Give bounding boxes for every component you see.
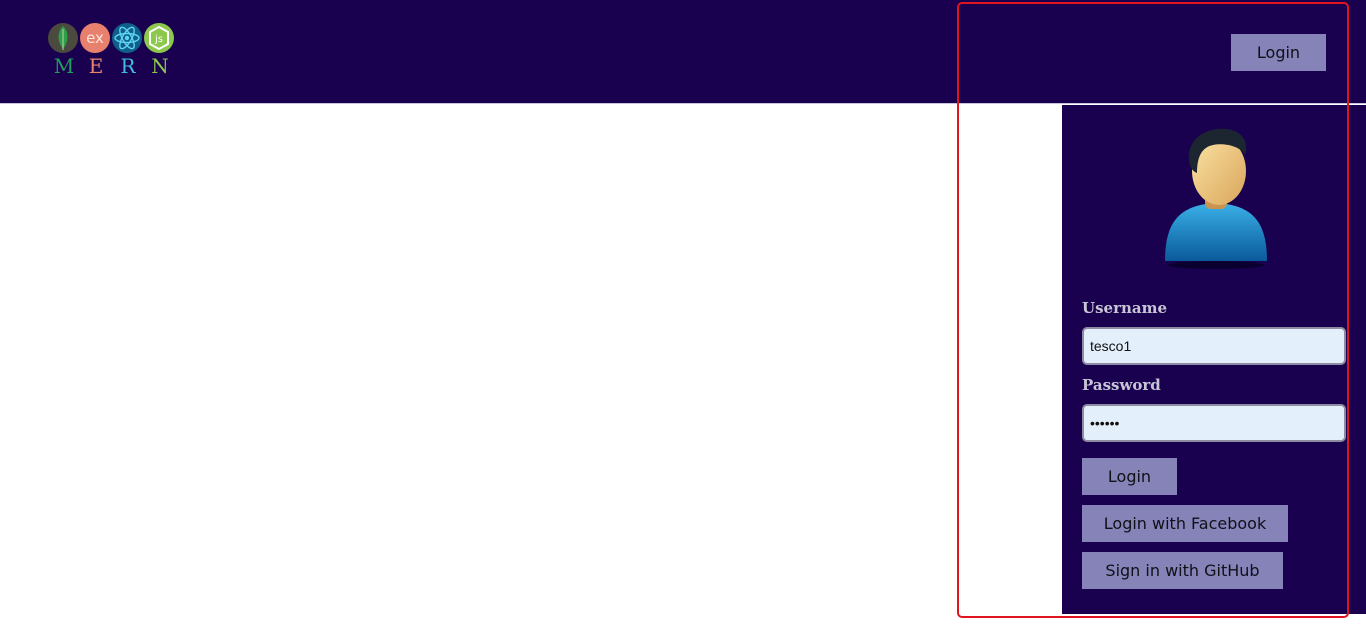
mern-logo: ex js M E R N (48, 23, 178, 79)
logo-letter-m: M (53, 54, 75, 78)
nodejs-icon: js (144, 23, 174, 53)
username-input[interactable] (1082, 327, 1346, 365)
login-panel: Username Password Login Login with Faceb… (1062, 105, 1366, 614)
logo-letter-n: N (151, 54, 169, 78)
password-label: Password (1082, 376, 1161, 394)
user-avatar-icon (1165, 128, 1267, 269)
sign-in-with-github-button[interactable]: Sign in with GitHub (1082, 552, 1283, 589)
mongodb-leaf-icon (48, 23, 78, 53)
top-navbar: ex js M E R N Login (0, 0, 1366, 104)
logo-letter-r: R (120, 54, 136, 78)
username-label: Username (1082, 299, 1168, 317)
header-login-button[interactable]: Login (1231, 34, 1326, 71)
express-icon: ex (80, 23, 110, 53)
nodejs-icon-text: js (154, 34, 163, 45)
react-icon (112, 23, 142, 53)
login-button[interactable]: Login (1082, 458, 1177, 495)
password-input[interactable] (1082, 404, 1346, 442)
login-with-facebook-button[interactable]: Login with Facebook (1082, 505, 1288, 542)
logo-letter-e: E (88, 54, 104, 78)
